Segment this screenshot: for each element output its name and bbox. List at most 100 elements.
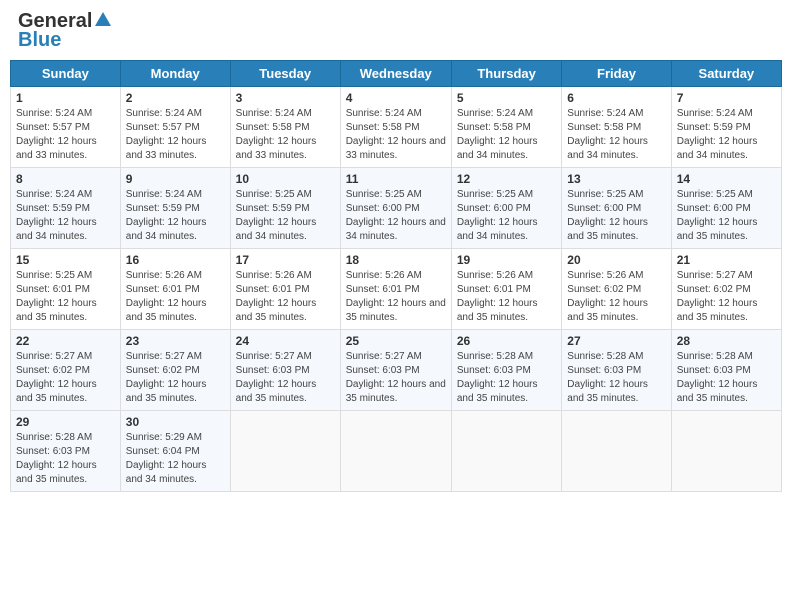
day-number: 4 [346,91,446,105]
day-number: 1 [16,91,115,105]
cell-info: Sunrise: 5:27 AMSunset: 6:02 PMDaylight:… [677,269,776,325]
day-number: 22 [16,334,115,348]
day-number: 12 [457,172,556,186]
day-number: 2 [126,91,225,105]
calendar-cell: 20 Sunrise: 5:26 AMSunset: 6:02 PMDayligh… [562,249,671,330]
cell-info: Sunrise: 5:27 AMSunset: 6:03 PMDaylight:… [346,350,446,406]
day-number: 6 [567,91,665,105]
cell-info: Sunrise: 5:28 AMSunset: 6:03 PMDaylight:… [457,350,556,406]
cell-info: Sunrise: 5:27 AMSunset: 6:03 PMDaylight:… [236,350,335,406]
day-number: 11 [346,172,446,186]
cell-info: Sunrise: 5:26 AMSunset: 6:01 PMDaylight:… [236,269,335,325]
header: General Blue [10,10,782,52]
calendar-cell [671,411,781,492]
day-number: 9 [126,172,225,186]
day-number: 14 [677,172,776,186]
calendar-cell: 14 Sunrise: 5:25 AMSunset: 6:00 PMDayligh… [671,168,781,249]
day-number: 3 [236,91,335,105]
cell-info: Sunrise: 5:25 AMSunset: 6:00 PMDaylight:… [346,188,446,244]
cell-info: Sunrise: 5:24 AMSunset: 5:57 PMDaylight:… [16,107,115,163]
weekday-header-row: SundayMondayTuesdayWednesdayThursdayFrid… [11,61,782,87]
calendar-cell: 10 Sunrise: 5:25 AMSunset: 5:59 PMDayligh… [230,168,340,249]
weekday-header-monday: Monday [120,61,230,87]
day-number: 25 [346,334,446,348]
day-number: 30 [126,415,225,429]
calendar-cell: 26 Sunrise: 5:28 AMSunset: 6:03 PMDayligh… [451,330,561,411]
calendar-cell: 17 Sunrise: 5:26 AMSunset: 6:01 PMDayligh… [230,249,340,330]
day-number: 13 [567,172,665,186]
calendar-cell: 19 Sunrise: 5:26 AMSunset: 6:01 PMDayligh… [451,249,561,330]
cell-info: Sunrise: 5:24 AMSunset: 5:59 PMDaylight:… [16,188,115,244]
calendar-cell: 23 Sunrise: 5:27 AMSunset: 6:02 PMDayligh… [120,330,230,411]
calendar-cell [562,411,671,492]
day-number: 21 [677,253,776,267]
cell-info: Sunrise: 5:26 AMSunset: 6:02 PMDaylight:… [567,269,665,325]
day-number: 19 [457,253,556,267]
cell-info: Sunrise: 5:24 AMSunset: 5:58 PMDaylight:… [567,107,665,163]
logo-arrow-icon [94,10,112,33]
weekday-header-tuesday: Tuesday [230,61,340,87]
cell-info: Sunrise: 5:25 AMSunset: 6:01 PMDaylight:… [16,269,115,325]
cell-info: Sunrise: 5:28 AMSunset: 6:03 PMDaylight:… [567,350,665,406]
calendar-cell: 13Sunrise: 5:25 AMSunset: 6:00 PMDayligh… [562,168,671,249]
day-number: 10 [236,172,335,186]
calendar-cell: 29 Sunrise: 5:28 AMSunset: 6:03 PMDayligh… [11,411,121,492]
day-number: 15 [16,253,115,267]
calendar-cell: 24 Sunrise: 5:27 AMSunset: 6:03 PMDayligh… [230,330,340,411]
cell-info: Sunrise: 5:25 AMSunset: 6:00 PMDaylight:… [677,188,776,244]
day-number: 24 [236,334,335,348]
calendar-cell: 3Sunrise: 5:24 AMSunset: 5:58 PMDaylight… [230,87,340,168]
calendar-cell: 30 Sunrise: 5:29 AMSunset: 6:04 PMDayligh… [120,411,230,492]
calendar-cell: 21 Sunrise: 5:27 AMSunset: 6:02 PMDayligh… [671,249,781,330]
week-row-1: 1 Sunrise: 5:24 AMSunset: 5:57 PMDaylight… [11,87,782,168]
cell-info: Sunrise: 5:24 AMSunset: 5:57 PMDaylight:… [126,107,225,163]
cell-info: Sunrise: 5:29 AMSunset: 6:04 PMDaylight:… [126,431,225,487]
day-number: 20 [567,253,665,267]
cell-info: Sunrise: 5:27 AMSunset: 6:02 PMDaylight:… [126,350,225,406]
day-number: 18 [346,253,446,267]
calendar-cell [451,411,561,492]
cell-info: Sunrise: 5:25 AMSunset: 5:59 PMDaylight:… [236,188,335,244]
calendar-cell [230,411,340,492]
calendar-cell: 6 Sunrise: 5:24 AMSunset: 5:58 PMDaylight… [562,87,671,168]
cell-info: Sunrise: 5:24 AMSunset: 5:58 PMDaylight:… [346,107,446,163]
cell-info: Sunrise: 5:27 AMSunset: 6:02 PMDaylight:… [16,350,115,406]
cell-info: Sunrise: 5:26 AMSunset: 6:01 PMDaylight:… [346,269,446,325]
weekday-header-saturday: Saturday [671,61,781,87]
day-number: 17 [236,253,335,267]
day-number: 5 [457,91,556,105]
cell-info: Sunrise: 5:28 AMSunset: 6:03 PMDaylight:… [16,431,115,487]
logo: General Blue [18,10,112,52]
cell-info: Sunrise: 5:25 AMSunset: 6:00 PMDaylight:… [457,188,556,244]
weekday-header-sunday: Sunday [11,61,121,87]
calendar-cell: 28Sunrise: 5:28 AMSunset: 6:03 PMDayligh… [671,330,781,411]
logo-blue-text: Blue [18,29,61,52]
calendar-cell: 12 Sunrise: 5:25 AMSunset: 6:00 PMDayligh… [451,168,561,249]
day-number: 29 [16,415,115,429]
day-number: 16 [126,253,225,267]
cell-info: Sunrise: 5:24 AMSunset: 5:59 PMDaylight:… [126,188,225,244]
calendar-cell: 2 Sunrise: 5:24 AMSunset: 5:57 PMDaylight… [120,87,230,168]
calendar-cell: 11 Sunrise: 5:25 AMSunset: 6:00 PMDayligh… [340,168,451,249]
day-number: 26 [457,334,556,348]
calendar-cell: 1 Sunrise: 5:24 AMSunset: 5:57 PMDaylight… [11,87,121,168]
calendar-cell: 8 Sunrise: 5:24 AMSunset: 5:59 PMDaylight… [11,168,121,249]
calendar-cell: 4 Sunrise: 5:24 AMSunset: 5:58 PMDaylight… [340,87,451,168]
day-number: 23 [126,334,225,348]
cell-info: Sunrise: 5:28 AMSunset: 6:03 PMDaylight:… [677,350,776,406]
weekday-header-wednesday: Wednesday [340,61,451,87]
week-row-2: 8 Sunrise: 5:24 AMSunset: 5:59 PMDaylight… [11,168,782,249]
calendar-cell: 7 Sunrise: 5:24 AMSunset: 5:59 PMDaylight… [671,87,781,168]
weekday-header-friday: Friday [562,61,671,87]
week-row-4: 22 Sunrise: 5:27 AMSunset: 6:02 PMDayligh… [11,330,782,411]
calendar-cell: 22 Sunrise: 5:27 AMSunset: 6:02 PMDayligh… [11,330,121,411]
cell-info: Sunrise: 5:26 AMSunset: 6:01 PMDaylight:… [457,269,556,325]
day-number: 7 [677,91,776,105]
day-number: 8 [16,172,115,186]
weekday-header-thursday: Thursday [451,61,561,87]
calendar-cell: 16Sunrise: 5:26 AMSunset: 6:01 PMDayligh… [120,249,230,330]
cell-info: Sunrise: 5:24 AMSunset: 5:59 PMDaylight:… [677,107,776,163]
cell-info: Sunrise: 5:24 AMSunset: 5:58 PMDaylight:… [457,107,556,163]
calendar-table: SundayMondayTuesdayWednesdayThursdayFrid… [10,60,782,492]
day-number: 27 [567,334,665,348]
